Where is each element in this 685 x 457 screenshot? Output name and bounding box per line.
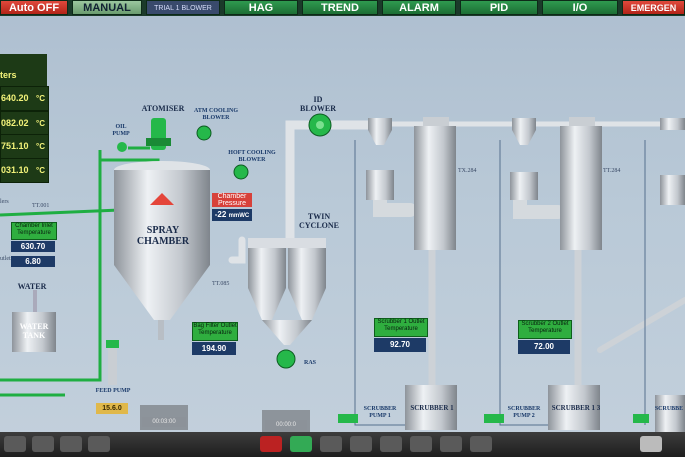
- tt001-label: TT.001: [32, 203, 50, 209]
- chamber-pressure-tag: Chamber Pressure: [212, 193, 252, 207]
- oil-pump-label: OIL PUMP: [112, 124, 130, 137]
- scrubber-2-outlet-tag: Scrubber 2 Outlet Temperature: [518, 320, 572, 339]
- twin-cyclone-vessel: [248, 238, 326, 345]
- bag-filter-tag: Bag Filter Outlet Temperature: [192, 322, 238, 341]
- left-panel-header: ters: [0, 54, 47, 86]
- feed-pump-label: FEED PUMP: [95, 388, 131, 394]
- twin-cyclone-label: TWIN CYCLONE: [298, 212, 339, 230]
- feed-pump-speed: 15.6.0: [96, 403, 128, 414]
- left-value-3: 751.10 °C: [0, 134, 49, 159]
- counter-2: 00:00:0: [265, 420, 307, 430]
- start-icon[interactable]: [4, 436, 26, 452]
- hmi-screen: Auto OFF MANUAL TRIAL 1 BLOWER HAG TREND…: [0, 0, 685, 457]
- blower-label: lers: [0, 199, 9, 205]
- tray-icon[interactable]: [640, 436, 662, 452]
- water-tank-label: WATER TANK: [19, 322, 49, 340]
- left-value-4: 031.10 °C: [0, 158, 49, 183]
- scrubber-1-label: SCRUBBER 1: [410, 404, 454, 412]
- scrubber-pump-3-label: SCRUBBE: [654, 406, 684, 412]
- feed-pump: [106, 340, 119, 385]
- scrubber-pump-2-label: SCRUBBER PUMP 2: [507, 406, 541, 419]
- tx284-label: TX.284: [458, 168, 477, 174]
- spray-chamber-label: SPRAY CHAMBER: [136, 225, 190, 247]
- atm-cooling-blower-label: ATM COOLING BLOWER: [193, 108, 239, 121]
- taskbar-app-icon[interactable]: [290, 436, 312, 452]
- taskbar-app-icon[interactable]: [88, 436, 110, 452]
- spray-chamber-vessel: [114, 161, 210, 340]
- atomiser-label: ATOMISER: [141, 104, 185, 113]
- chamber-inlet-value: 630.70: [11, 241, 55, 252]
- water-tank: [12, 290, 56, 352]
- chamber-outlet-value: 6.80: [11, 256, 55, 267]
- chamber-inlet-tag: Chamber Inlet Temperature: [11, 222, 57, 240]
- taskbar: [0, 432, 685, 457]
- taskbar-app-icon[interactable]: [470, 436, 492, 452]
- taskbar-app-icon[interactable]: [60, 436, 82, 452]
- blowers: [196, 113, 332, 180]
- taskbar-app-icon[interactable]: [320, 436, 342, 452]
- ras-valve: [276, 349, 296, 369]
- scrubber-2-outlet-value: 72.00: [518, 340, 570, 354]
- id-blower-label: ID BLOWER: [300, 95, 337, 113]
- water-label: WATER: [17, 282, 47, 291]
- tt085-label: TT.085: [212, 281, 230, 287]
- taskbar-app-icon[interactable]: [350, 436, 372, 452]
- outlet-label: utlet: [0, 256, 11, 262]
- scrubber-2-label: SCRUBBER 1 3: [551, 404, 601, 412]
- taskbar-app-icon[interactable]: [260, 436, 282, 452]
- scrubber-1-outlet-value: 92.70: [374, 338, 426, 352]
- ras-label: RAS: [303, 360, 316, 366]
- taskbar-app-icon[interactable]: [32, 436, 54, 452]
- taskbar-app-icon[interactable]: [410, 436, 432, 452]
- taskbar-app-icon[interactable]: [380, 436, 402, 452]
- scrubber-1-outlet-tag: Scrubber 1 Outlet Temperature: [374, 318, 428, 337]
- bag-filter-value: 194.90: [192, 342, 236, 355]
- small-cyclones: [366, 118, 685, 205]
- taskbar-app-icon[interactable]: [440, 436, 462, 452]
- left-value-2: 082.02 °C: [0, 111, 49, 136]
- scrubber-pump-1-label: SCRUBBER PUMP 1: [363, 406, 397, 419]
- counter-1: 00:03:00: [142, 417, 186, 427]
- tt284-label: TT.284: [603, 168, 621, 174]
- scrubber-columns: [414, 117, 602, 250]
- left-value-1: 640.20 °C: [0, 86, 49, 111]
- chamber-pressure-value: -22 mmWC: [212, 209, 252, 221]
- hoft-cooling-blower-label: HOFT COOLING BLOWER: [228, 150, 276, 163]
- left-panel-header-text: ters: [0, 70, 17, 80]
